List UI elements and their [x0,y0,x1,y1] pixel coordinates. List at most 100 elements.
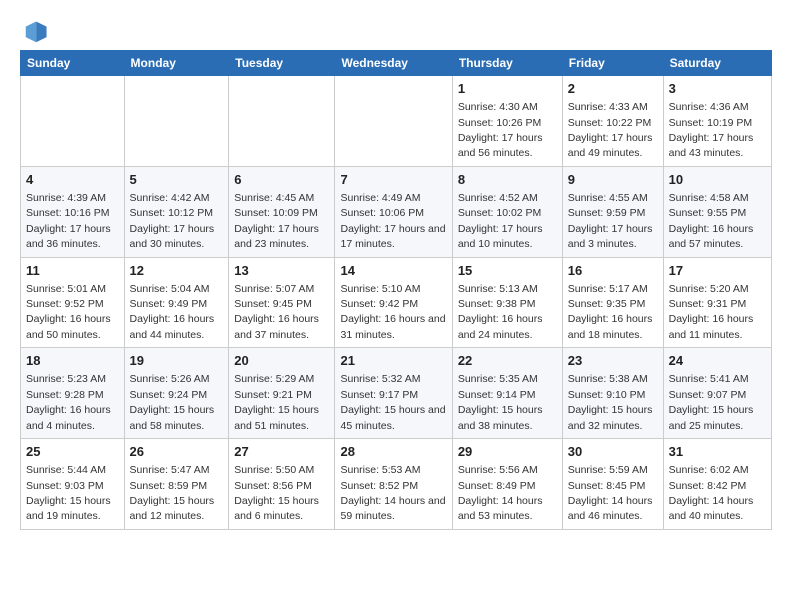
day-sunrise: Sunrise: 5:10 AM [340,283,420,295]
day-number: 15 [458,262,557,280]
day-sunrise: Sunrise: 5:53 AM [340,464,420,476]
calendar-cell: 7Sunrise: 4:49 AMSunset: 10:06 PMDayligh… [335,166,452,257]
day-sunrise: Sunrise: 5:07 AM [234,283,314,295]
day-sunrise: Sunrise: 5:50 AM [234,464,314,476]
calendar-cell [229,76,335,167]
day-daylight: Daylight: 16 hours and 4 minutes. [26,404,111,431]
day-number: 12 [130,262,224,280]
day-daylight: Daylight: 15 hours and 32 minutes. [568,404,653,431]
weekday-header: Friday [562,51,663,76]
day-sunrise: Sunrise: 5:13 AM [458,283,538,295]
calendar-week-row: 1Sunrise: 4:30 AMSunset: 10:26 PMDayligh… [21,76,772,167]
day-number: 8 [458,171,557,189]
day-sunrise: Sunrise: 4:36 AM [669,101,749,113]
calendar-header-row: SundayMondayTuesdayWednesdayThursdayFrid… [21,51,772,76]
calendar-week-row: 25Sunrise: 5:44 AMSunset: 9:03 PMDayligh… [21,439,772,530]
day-number: 27 [234,443,329,461]
calendar-cell: 15Sunrise: 5:13 AMSunset: 9:38 PMDayligh… [452,257,562,348]
day-number: 31 [669,443,766,461]
day-sunrise: Sunrise: 5:32 AM [340,373,420,385]
day-daylight: Daylight: 15 hours and 12 minutes. [130,495,215,522]
day-daylight: Daylight: 16 hours and 50 minutes. [26,313,111,340]
day-sunrise: Sunrise: 5:29 AM [234,373,314,385]
logo [20,18,50,44]
calendar-cell: 26Sunrise: 5:47 AMSunset: 8:59 PMDayligh… [124,439,229,530]
day-sunset: Sunset: 8:52 PM [340,480,418,492]
calendar-cell [21,76,125,167]
day-number: 14 [340,262,446,280]
calendar-cell: 10Sunrise: 4:58 AMSunset: 9:55 PMDayligh… [663,166,771,257]
calendar-cell: 21Sunrise: 5:32 AMSunset: 9:17 PMDayligh… [335,348,452,439]
calendar-week-row: 4Sunrise: 4:39 AMSunset: 10:16 PMDayligh… [21,166,772,257]
day-sunset: Sunset: 9:03 PM [26,480,104,492]
logo-icon [24,18,50,44]
day-number: 21 [340,352,446,370]
calendar-body: 1Sunrise: 4:30 AMSunset: 10:26 PMDayligh… [21,76,772,530]
day-number: 4 [26,171,119,189]
day-sunrise: Sunrise: 4:58 AM [669,192,749,204]
calendar-week-row: 18Sunrise: 5:23 AMSunset: 9:28 PMDayligh… [21,348,772,439]
calendar-cell: 1Sunrise: 4:30 AMSunset: 10:26 PMDayligh… [452,76,562,167]
calendar-cell: 3Sunrise: 4:36 AMSunset: 10:19 PMDayligh… [663,76,771,167]
day-daylight: Daylight: 17 hours and 10 minutes. [458,223,543,250]
day-sunset: Sunset: 8:56 PM [234,480,312,492]
day-sunset: Sunset: 10:12 PM [130,207,213,219]
day-sunrise: Sunrise: 5:35 AM [458,373,538,385]
day-number: 6 [234,171,329,189]
day-number: 5 [130,171,224,189]
day-daylight: Daylight: 16 hours and 37 minutes. [234,313,319,340]
page: SundayMondayTuesdayWednesdayThursdayFrid… [0,0,792,544]
calendar-cell: 28Sunrise: 5:53 AMSunset: 8:52 PMDayligh… [335,439,452,530]
calendar-cell: 24Sunrise: 5:41 AMSunset: 9:07 PMDayligh… [663,348,771,439]
day-sunset: Sunset: 9:21 PM [234,389,312,401]
calendar-cell: 27Sunrise: 5:50 AMSunset: 8:56 PMDayligh… [229,439,335,530]
day-number: 18 [26,352,119,370]
day-daylight: Daylight: 15 hours and 19 minutes. [26,495,111,522]
day-sunrise: Sunrise: 4:55 AM [568,192,648,204]
day-sunrise: Sunrise: 5:01 AM [26,283,106,295]
day-sunset: Sunset: 9:59 PM [568,207,646,219]
day-sunrise: Sunrise: 4:33 AM [568,101,648,113]
day-number: 29 [458,443,557,461]
day-sunrise: Sunrise: 5:41 AM [669,373,749,385]
day-daylight: Daylight: 17 hours and 17 minutes. [340,223,445,250]
day-sunrise: Sunrise: 5:23 AM [26,373,106,385]
day-sunrise: Sunrise: 4:30 AM [458,101,538,113]
day-daylight: Daylight: 17 hours and 56 minutes. [458,132,543,159]
day-number: 9 [568,171,658,189]
day-sunset: Sunset: 8:49 PM [458,480,536,492]
day-sunset: Sunset: 9:31 PM [669,298,747,310]
day-number: 17 [669,262,766,280]
day-daylight: Daylight: 16 hours and 11 minutes. [669,313,754,340]
day-number: 19 [130,352,224,370]
calendar-cell: 9Sunrise: 4:55 AMSunset: 9:59 PMDaylight… [562,166,663,257]
calendar-cell: 6Sunrise: 4:45 AMSunset: 10:09 PMDayligh… [229,166,335,257]
day-sunset: Sunset: 8:42 PM [669,480,747,492]
day-sunrise: Sunrise: 4:49 AM [340,192,420,204]
day-number: 13 [234,262,329,280]
calendar-cell: 29Sunrise: 5:56 AMSunset: 8:49 PMDayligh… [452,439,562,530]
day-sunset: Sunset: 9:07 PM [669,389,747,401]
day-number: 23 [568,352,658,370]
day-number: 25 [26,443,119,461]
calendar-cell: 31Sunrise: 6:02 AMSunset: 8:42 PMDayligh… [663,439,771,530]
day-daylight: Daylight: 17 hours and 30 minutes. [130,223,215,250]
day-sunrise: Sunrise: 6:02 AM [669,464,749,476]
day-sunrise: Sunrise: 4:39 AM [26,192,106,204]
day-number: 10 [669,171,766,189]
calendar-cell: 4Sunrise: 4:39 AMSunset: 10:16 PMDayligh… [21,166,125,257]
day-daylight: Daylight: 17 hours and 49 minutes. [568,132,653,159]
calendar-cell: 2Sunrise: 4:33 AMSunset: 10:22 PMDayligh… [562,76,663,167]
day-sunrise: Sunrise: 4:45 AM [234,192,314,204]
calendar-cell: 30Sunrise: 5:59 AMSunset: 8:45 PMDayligh… [562,439,663,530]
day-sunset: Sunset: 8:45 PM [568,480,646,492]
calendar-cell: 8Sunrise: 4:52 AMSunset: 10:02 PMDayligh… [452,166,562,257]
day-sunset: Sunset: 10:06 PM [340,207,423,219]
day-sunset: Sunset: 9:55 PM [669,207,747,219]
day-sunset: Sunset: 10:26 PM [458,117,541,129]
day-sunrise: Sunrise: 5:04 AM [130,283,210,295]
day-sunrise: Sunrise: 4:42 AM [130,192,210,204]
calendar-cell: 11Sunrise: 5:01 AMSunset: 9:52 PMDayligh… [21,257,125,348]
weekday-header: Wednesday [335,51,452,76]
day-sunset: Sunset: 10:22 PM [568,117,651,129]
